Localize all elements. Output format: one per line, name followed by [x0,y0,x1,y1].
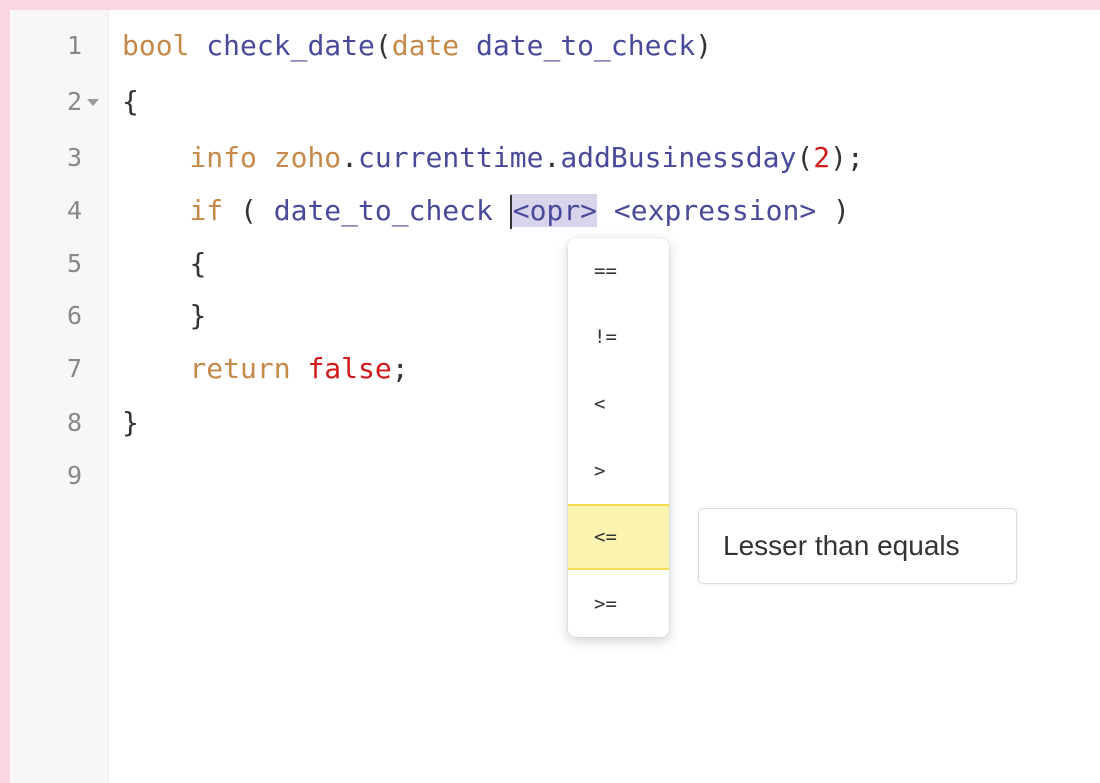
code-line-1[interactable]: bool check_date(date date_to_check) [122,20,712,72]
keyword-token: if [189,194,224,227]
operator-option-greater-equals[interactable]: >= [568,571,669,637]
line-number: 7 [66,354,82,383]
code-line-4[interactable]: if ( date_to_check <opr> <expression> ) [122,185,850,237]
operator-option-not-equals[interactable]: != [568,304,669,370]
object-token: zoho [273,141,342,174]
code-line-8[interactable]: } [122,397,139,449]
code-editor[interactable]: 1 2 3 4 5 6 7 8 9 bool check_date(date d… [10,10,1100,783]
property-token: currenttime [358,141,544,174]
operator-option-greater-than[interactable]: > [568,438,669,504]
line-number: 8 [66,408,82,437]
line-number: 5 [66,249,82,278]
number-token: 2 [813,141,831,174]
opr-placeholder[interactable]: <opr> [509,194,598,229]
operator-option-less-than[interactable]: < [568,371,669,437]
code-line-6[interactable]: } [122,290,206,342]
param-name-token: date_to_check [476,29,696,62]
operator-description-tooltip: Lesser than equals [698,508,1017,584]
line-number: 9 [66,461,82,490]
operator-option-equals[interactable]: == [568,238,669,304]
line-number: 1 [66,31,82,60]
keyword-token: return [189,352,291,385]
code-line-3[interactable]: info zoho.currenttime.addBusinessday(2); [122,132,863,184]
method-token: addBusinessday [560,141,797,174]
variable-token: date_to_check [273,194,493,227]
line-number-gutter: 1 2 3 4 5 6 7 8 9 [10,10,109,783]
code-line-7[interactable]: return false; [122,343,408,395]
line-number: 6 [66,301,82,330]
param-type-token: date [391,29,460,62]
line-number: 2 [66,87,82,116]
keyword-token: info [189,141,257,174]
boolean-token: false [307,352,392,385]
text-cursor [509,195,512,229]
function-name-token: check_date [206,29,375,62]
code-line-5[interactable]: { [122,238,206,290]
code-line-2[interactable]: { [122,76,139,128]
fold-arrow-icon[interactable] [87,99,99,106]
line-number: 4 [66,196,82,225]
type-token: bool [122,29,190,62]
line-number: 3 [66,143,82,172]
expression-placeholder[interactable]: <expression> [614,194,816,227]
operator-autocomplete-dropdown[interactable]: == != < > <= >= [568,238,669,637]
operator-option-less-equals[interactable]: <= [568,504,669,570]
